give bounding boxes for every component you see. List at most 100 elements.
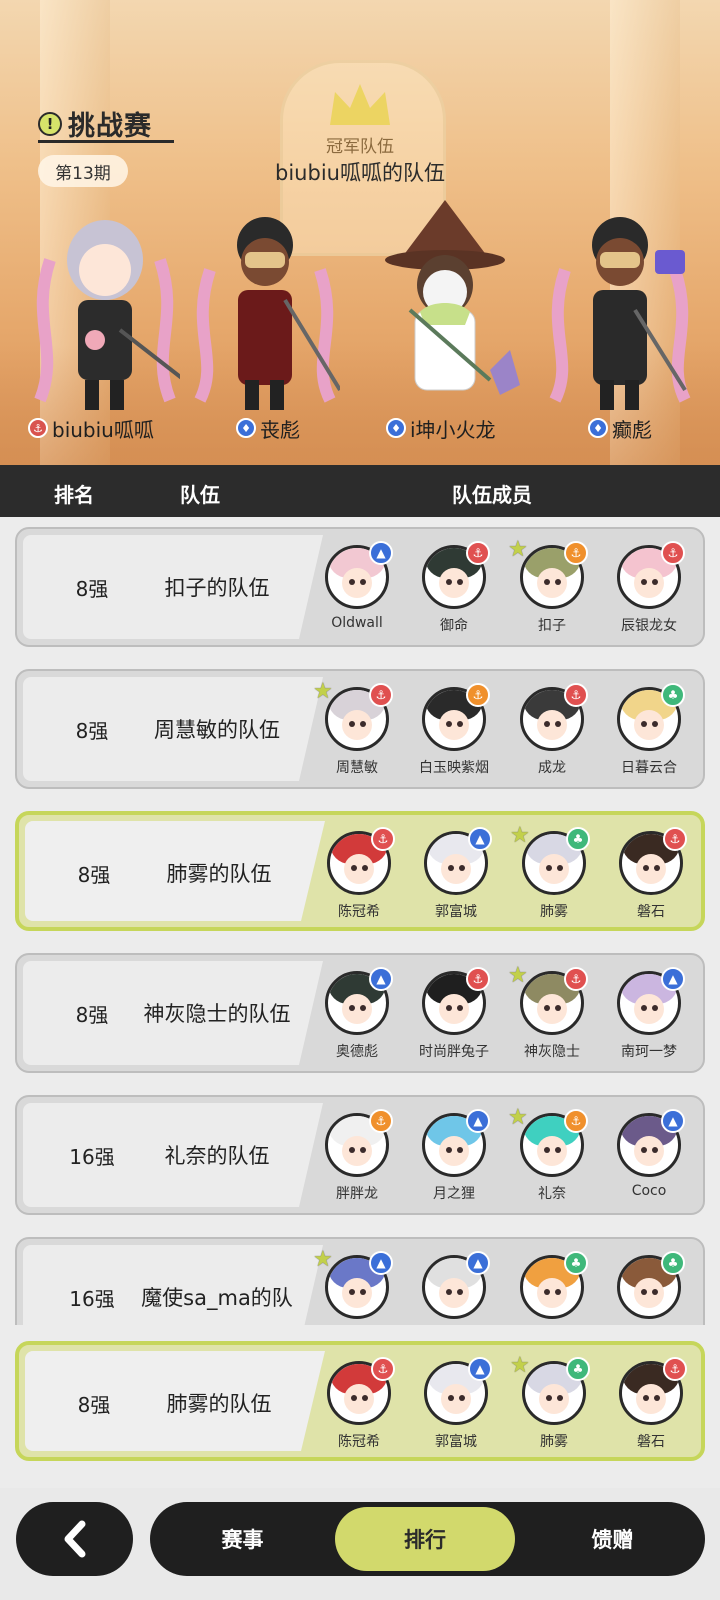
champion-member-3: ♦ i坤小火龙 (386, 412, 496, 444)
team-member[interactable]: ▲ 郭富城 (408, 1357, 504, 1457)
water-element-icon: ▲ (369, 967, 393, 991)
my-team-row[interactable]: 8强 肺雾的队伍 ⚓ 陈冠希 ▲ 郭富城 ★ ♣ 肺雾 ⚓ 磐石 (15, 1341, 705, 1461)
team-member[interactable]: ★ ⚓ 礼奈 (504, 1105, 600, 1213)
anchor-element-icon: ⚓ (564, 683, 588, 707)
team-member[interactable]: ▲ 南珂一梦 (601, 967, 697, 1071)
team-member[interactable]: ★ ▲ (309, 1247, 405, 1325)
team-row[interactable]: 16强 礼奈的队伍 ⚓ 胖胖龙 ▲ 月之狸 ★ ⚓ 礼奈 ▲ Coco (15, 1095, 705, 1215)
team-rank: 16强 (69, 1286, 115, 1311)
team-row[interactable]: 8强 神灰隐士的队伍 ▲ 奥德彪 ⚓ 时尚胖兔子 ★ ⚓ 神灰隐士 ▲ 南珂一梦 (15, 953, 705, 1073)
anchor-element-icon: ⚓ (466, 967, 490, 991)
back-button[interactable] (16, 1502, 133, 1576)
team-member[interactable]: ⚓ 陈冠希 (311, 827, 407, 927)
team-member[interactable]: ▲ 奥德彪 (309, 967, 405, 1071)
team-member[interactable]: ★ ⚓ 周慧敏 (309, 679, 405, 787)
team-row[interactable]: 8强 周慧敏的队伍 ★ ⚓ 周慧敏 ⚓ 白玉映紫烟 ⚓ 成龙 ♣ 日暮云合 (15, 669, 705, 789)
member-name: 肺雾 (540, 1434, 568, 1450)
captain-star-icon: ★ (508, 1105, 528, 1130)
chevron-left-icon (64, 1520, 85, 1558)
team-name: 肺雾的队伍 (166, 1392, 272, 1416)
team-member[interactable]: ⚓ 磐石 (603, 1357, 699, 1457)
tab-rewards[interactable]: 馈赠 (520, 1502, 705, 1576)
champion-member-name: 丧彪 (260, 417, 300, 442)
team-row[interactable]: 8强 扣子的队伍 ▲ Oldwall ⚓ 御命 ★ ⚓ 扣子 ⚓ 辰银龙女 (15, 527, 705, 647)
anchor-element-icon: ⚓ (371, 827, 395, 851)
member-name: 时尚胖兔子 (419, 1044, 489, 1060)
anchor-element-icon: ⚓ (663, 827, 687, 851)
team-member[interactable]: ★ ⚓ 神灰隐士 (504, 963, 600, 1071)
anchor-element-icon: ⚓ (369, 683, 393, 707)
crown-icon (330, 84, 390, 125)
champion-member-2: ♦ 丧彪 (236, 412, 300, 444)
member-name: 磐石 (637, 1434, 665, 1450)
team-member[interactable]: ▲ (406, 1251, 502, 1325)
member-name: 胖胖龙 (336, 1186, 378, 1202)
captain-star-icon: ★ (313, 679, 333, 704)
wind-element-icon: ♣ (661, 1251, 685, 1275)
champion-character-4 (549, 217, 691, 410)
team-row[interactable]: 8强 肺雾的队伍 ⚓ 陈冠希 ▲ 郭富城 ★ ♣ 肺雾 ⚓ 磐石 (15, 811, 705, 931)
team-row[interactable]: 8强 肺雾的队伍 ⚓ 陈冠希 ▲ 郭富城 ★ ♣ 肺雾 ⚓ 磐石 (15, 1341, 705, 1461)
champion-member-name: i坤小火龙 (410, 417, 496, 442)
tab-ranking[interactable]: 排行 (335, 1507, 515, 1571)
team-name: 礼奈的队伍 (164, 1144, 270, 1168)
team-name: 肺雾的队伍 (166, 862, 272, 886)
champion-label: 冠军队伍 (326, 137, 394, 157)
table-header: 排名 队伍 队伍成员 (0, 465, 720, 517)
team-rank: 8强 (75, 718, 109, 743)
captain-star-icon: ★ (510, 1353, 530, 1378)
water-element-icon: ▲ (468, 1357, 492, 1381)
champion-banner: ! 挑战赛 第13期 冠军队伍 biubiu呱呱的队伍 ⚓ biubiu呱呱 ♦… (0, 0, 720, 465)
captain-star-icon: ★ (510, 823, 530, 848)
team-member[interactable]: ♣ (504, 1251, 600, 1325)
anchor-element-icon: ⚓ (466, 541, 490, 565)
bottom-nav: 赛事 排行 馈赠 (0, 1488, 720, 1600)
team-member[interactable]: ⚓ 时尚胖兔子 (406, 967, 502, 1071)
team-member[interactable]: ⚓ 御命 (406, 541, 502, 645)
team-member[interactable]: ▲ 月之狸 (406, 1109, 502, 1213)
team-member[interactable]: ⚓ 成龙 (504, 683, 600, 787)
team-member[interactable]: ⚓ 陈冠希 (311, 1357, 407, 1457)
team-rank: 8强 (77, 862, 111, 887)
team-member[interactable]: ⚓ 磐石 (603, 827, 699, 927)
wind-element-icon: ♣ (566, 1357, 590, 1381)
wind-element-icon: ♣ (566, 827, 590, 851)
team-name: 周慧敏的队伍 (154, 718, 280, 742)
captain-star-icon: ★ (313, 1247, 333, 1272)
team-member[interactable]: ★ ⚓ 扣子 (504, 537, 600, 645)
ranking-list[interactable]: 8强 扣子的队伍 ▲ Oldwall ⚓ 御命 ★ ⚓ 扣子 ⚓ 辰银龙女 8强 周慧敏的队伍 ★ ⚓ 周慧敏… (0, 517, 720, 1325)
water-element-icon: ▲ (369, 541, 393, 565)
team-rank: 8强 (75, 576, 109, 601)
water-element-icon: ▲ (661, 967, 685, 991)
wind-element-icon: ♣ (564, 1251, 588, 1275)
team-row[interactable]: 16强 魔使sa_ma的队 ★ ▲ ▲ ♣ ♣ (15, 1237, 705, 1325)
team-name: 魔使sa_ma的队 (141, 1286, 293, 1310)
team-member[interactable]: ⚓ 辰银龙女 (601, 541, 697, 645)
team-member[interactable]: ★ ♣ 肺雾 (506, 823, 602, 927)
team-member[interactable]: ★ ♣ 肺雾 (506, 1353, 602, 1457)
team-rank: 8强 (75, 1002, 109, 1027)
member-name: 郭富城 (435, 1434, 477, 1450)
flame-icon: ♦ (386, 418, 406, 438)
member-name: 磐石 (637, 904, 665, 920)
member-name: 陈冠希 (338, 904, 380, 920)
champion-member-name: biubiu呱呱 (52, 417, 154, 442)
member-name: 成龙 (538, 760, 566, 776)
flame-icon: ♦ (588, 418, 608, 438)
member-name: 周慧敏 (336, 760, 378, 776)
member-name: 南珂一梦 (621, 1044, 677, 1060)
team-member[interactable]: ♣ 日暮云合 (601, 683, 697, 787)
team-member[interactable]: ⚓ 白玉映紫烟 (406, 683, 502, 787)
tab-events[interactable]: 赛事 (150, 1502, 335, 1576)
anchor-element-icon: ⚓ (371, 1357, 395, 1381)
water-element-icon: ▲ (661, 1109, 685, 1133)
team-member[interactable]: ▲ Oldwall (309, 541, 405, 645)
champion-character-3 (385, 200, 520, 395)
team-member[interactable]: ▲ Coco (601, 1109, 697, 1213)
member-name: Coco (631, 1183, 667, 1199)
team-member[interactable]: ⚓ 胖胖龙 (309, 1109, 405, 1213)
champion-member-4: ♦ 癫彪 (588, 412, 652, 444)
member-name: 肺雾 (540, 904, 568, 920)
team-member[interactable]: ♣ (601, 1251, 697, 1325)
team-member[interactable]: ▲ 郭富城 (408, 827, 504, 927)
